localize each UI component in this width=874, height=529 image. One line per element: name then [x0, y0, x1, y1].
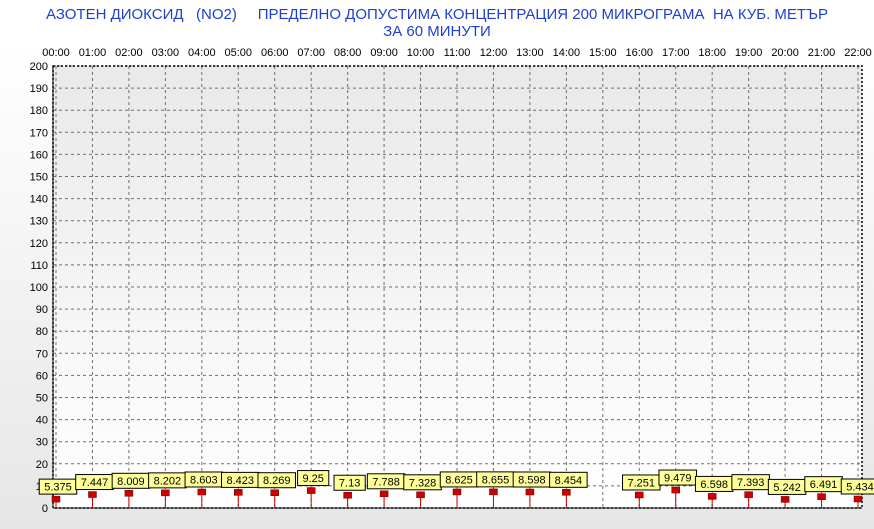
x-tick-label: 07:00 — [297, 47, 325, 59]
x-tick-label: 21:00 — [808, 47, 836, 59]
data-marker — [452, 488, 462, 496]
data-label: 8.454 — [555, 475, 583, 487]
y-tick-label: 80 — [36, 326, 48, 338]
y-tick-label: 50 — [36, 393, 48, 405]
data-marker — [817, 493, 826, 500]
chart-panel: АЗОТЕН ДИОКСИД (NO2) ПРЕДЕЛНО ДОПУСТИМА … — [0, 0, 874, 529]
data-label: 5.375 — [44, 482, 72, 494]
data-label: 7.13 — [339, 478, 360, 490]
x-tick-label: 13:00 — [516, 47, 544, 59]
x-tick-label: 12:00 — [480, 47, 508, 59]
x-tick-label: 17:00 — [662, 47, 690, 59]
data-marker — [416, 491, 425, 499]
x-tick-label: 03:00 — [152, 47, 180, 59]
data-label: 6.491 — [810, 479, 838, 491]
data-marker — [562, 489, 571, 496]
x-tick-label: 05:00 — [225, 47, 253, 59]
y-tick-label: 170 — [30, 127, 48, 139]
y-tick-label: 0 — [42, 503, 48, 515]
data-label: 8.625 — [445, 474, 473, 486]
data-label: 5.434 — [846, 481, 874, 493]
x-tick-label: 02:00 — [115, 47, 143, 59]
x-tick-label: 19:00 — [735, 47, 763, 59]
x-tick-label: 22:00 — [844, 47, 872, 59]
data-marker — [525, 488, 535, 496]
data-marker — [197, 488, 207, 496]
x-tick-label: 16:00 — [626, 47, 654, 59]
data-marker — [379, 490, 389, 498]
data-label: 7.788 — [372, 476, 400, 488]
x-tick-label: 11:00 — [444, 47, 471, 59]
data-marker — [635, 491, 644, 499]
x-tick-label: 09:00 — [370, 47, 398, 59]
data-label: 7.328 — [409, 477, 437, 489]
x-tick-label: 00:00 — [42, 47, 70, 59]
data-label: 8.423 — [227, 475, 255, 487]
data-label: 9.25 — [302, 473, 323, 485]
y-tick-label: 70 — [36, 348, 48, 360]
data-marker — [707, 493, 717, 500]
data-label: 8.603 — [190, 474, 218, 486]
y-tick-label: 20 — [36, 459, 48, 471]
y-tick-label: 100 — [30, 282, 48, 294]
data-marker — [343, 491, 352, 499]
data-label: 5.242 — [773, 482, 801, 494]
x-tick-label: 08:00 — [334, 47, 362, 59]
y-tick-label: 40 — [36, 415, 48, 427]
y-tick-label: 110 — [30, 260, 48, 272]
data-marker — [88, 491, 97, 498]
data-label: 8.598 — [518, 474, 546, 486]
y-tick-label: 120 — [30, 238, 48, 250]
y-tick-label: 60 — [36, 370, 48, 382]
data-label: 9.479 — [664, 473, 692, 485]
y-tick-label: 140 — [30, 194, 48, 206]
data-label: 7.447 — [81, 477, 109, 489]
data-marker — [124, 490, 134, 497]
data-label: 6.598 — [700, 479, 728, 491]
y-tick-label: 200 — [30, 61, 48, 73]
data-marker — [780, 496, 790, 503]
y-tick-label: 150 — [30, 172, 48, 184]
data-label: 8.202 — [154, 475, 182, 487]
y-tick-label: 30 — [36, 437, 48, 449]
y-tick-label: 130 — [30, 216, 48, 228]
x-tick-label: 14:00 — [553, 47, 581, 59]
data-label: 8.655 — [482, 474, 510, 486]
x-tick-label: 06:00 — [261, 47, 289, 59]
x-tick-label: 04:00 — [188, 47, 216, 59]
data-marker — [489, 488, 498, 496]
chart-plot: 0102030405060708090100110120130140150160… — [30, 47, 874, 515]
data-marker — [671, 486, 680, 494]
data-marker — [234, 489, 243, 496]
data-label: 8.009 — [117, 476, 145, 488]
data-marker — [270, 489, 279, 496]
data-label: 7.251 — [628, 477, 656, 489]
y-tick-label: 90 — [36, 304, 48, 316]
y-tick-label: 160 — [30, 149, 48, 161]
data-marker — [161, 489, 170, 497]
y-tick-label: 180 — [30, 105, 48, 117]
y-tick-label: 190 — [30, 83, 48, 95]
x-tick-label: 01:00 — [79, 47, 107, 59]
data-label: 7.393 — [737, 477, 765, 489]
data-marker — [853, 495, 863, 503]
data-marker — [306, 487, 316, 494]
data-marker — [744, 491, 753, 498]
x-tick-label: 10:00 — [407, 47, 435, 59]
data-marker — [51, 495, 61, 503]
data-label: 8.269 — [263, 475, 291, 487]
x-tick-label: 15:00 — [589, 47, 617, 59]
x-tick-label: 18:00 — [698, 47, 726, 59]
x-tick-label: 20:00 — [771, 47, 799, 59]
